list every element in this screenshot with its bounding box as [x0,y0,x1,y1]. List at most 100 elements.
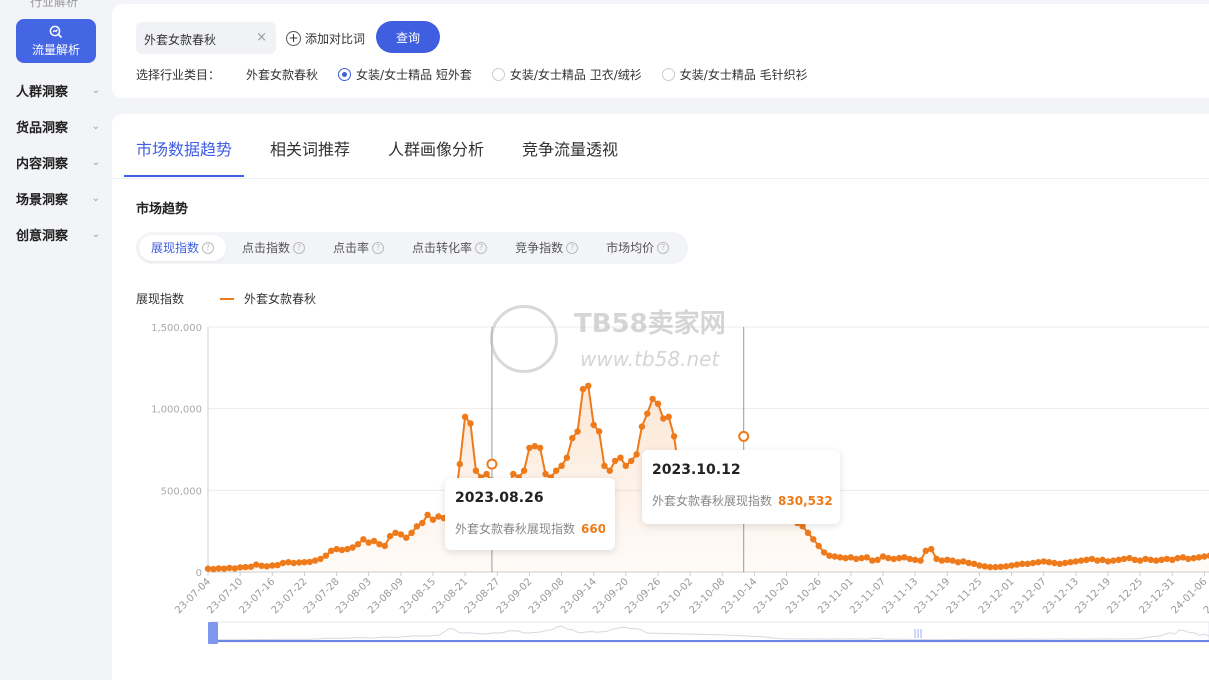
data-point [1024,560,1031,567]
data-point [392,529,399,536]
data-point [467,420,474,427]
data-point [231,565,238,572]
data-point [1099,556,1106,563]
data-point [810,536,817,543]
data-point [649,395,656,403]
data-point [1147,556,1155,563]
chart-tooltip: 2023.10.12 外套女款春秋展现指数 830,532 [642,450,840,524]
data-point [938,557,946,564]
chart-tooltip: 2023.08.26 外套女款春秋展现指数 660,3 [445,478,615,550]
tooltip-date: 2023.10.12 [652,462,741,478]
data-point [403,534,410,541]
data-point [574,428,581,435]
highlighted-point [486,458,498,470]
data-point [1201,553,1208,560]
data-point [1061,559,1069,567]
data-point [424,511,431,518]
data-point [628,457,635,465]
data-point [654,400,662,407]
data-point [1195,554,1203,561]
data-point [622,462,629,469]
data-point [381,542,388,550]
data-point [874,556,881,563]
data-point [1174,554,1181,562]
watermark-title: TB58卖家网 [574,309,726,339]
data-point [1158,556,1165,563]
data-point [595,428,603,435]
data-point [601,462,608,469]
data-point [328,547,335,554]
data-point [917,557,924,564]
data-point [1126,554,1133,562]
zoom-slider[interactable]: ||| [208,621,1209,644]
data-point [263,563,271,570]
data-point [510,470,517,478]
data-point [960,558,967,565]
data-point [413,523,421,530]
data-point [976,562,983,569]
y-tick-label: 500,000 [161,486,202,497]
data-point [1051,559,1058,567]
data-point [665,413,672,420]
data-point [526,444,533,452]
data-point [317,555,324,563]
data-point [670,433,678,440]
data-point [1035,559,1042,566]
data-point [386,532,394,540]
data-point [429,516,437,523]
data-point [1110,557,1117,564]
data-point [569,434,576,442]
data-point [799,523,806,530]
data-point [606,467,613,474]
tooltip-value: 660,3 [581,522,605,536]
data-point [397,531,405,538]
y-tick-label: 1,000,000 [151,405,202,416]
data-point [419,519,426,527]
data-point [579,385,587,393]
highlighted-point [738,430,750,442]
data-point [1072,558,1080,565]
data-point [365,539,372,546]
data-point [1045,559,1053,566]
tooltip-label: 外套女款春秋展现指数 [455,522,576,536]
data-point [563,454,571,461]
data-point [338,546,346,554]
data-point [901,554,908,561]
data-point [408,529,415,536]
watermark-logo-icon [490,305,558,373]
data-point [370,537,378,545]
data-point [553,467,560,474]
data-point [349,544,356,551]
data-point [306,558,313,566]
tooltip-value: 830,532 [778,494,833,508]
watermark-url: www.tb58.net [580,347,720,371]
data-point [949,557,956,564]
tooltip-date: 2023.08.26 [455,490,544,506]
data-point [1120,555,1128,563]
data-point [804,529,812,536]
trend-chart: 0500,0001,000,0001,500,000 23-07-0423-07… [151,323,1209,644]
data-point [617,454,624,461]
data-point [1083,556,1090,563]
data-point [354,541,362,548]
slider-grip-icon: ||| [913,629,922,639]
data-point [644,410,651,417]
data-point [890,555,897,563]
data-point [590,421,597,429]
data-point [853,555,860,563]
data-point [542,470,549,478]
data-point [472,467,480,474]
data-point [611,457,619,465]
data-point [520,467,528,474]
y-tick-label: 0 [196,568,202,579]
data-point [483,470,490,478]
slider-handle-left [208,622,218,644]
data-point [847,554,854,561]
data-point [815,542,822,550]
data-point [456,460,463,468]
data-point [836,554,844,561]
data-point [922,547,929,554]
data-point [461,413,469,420]
data-point [536,444,544,452]
data-point [558,462,565,469]
